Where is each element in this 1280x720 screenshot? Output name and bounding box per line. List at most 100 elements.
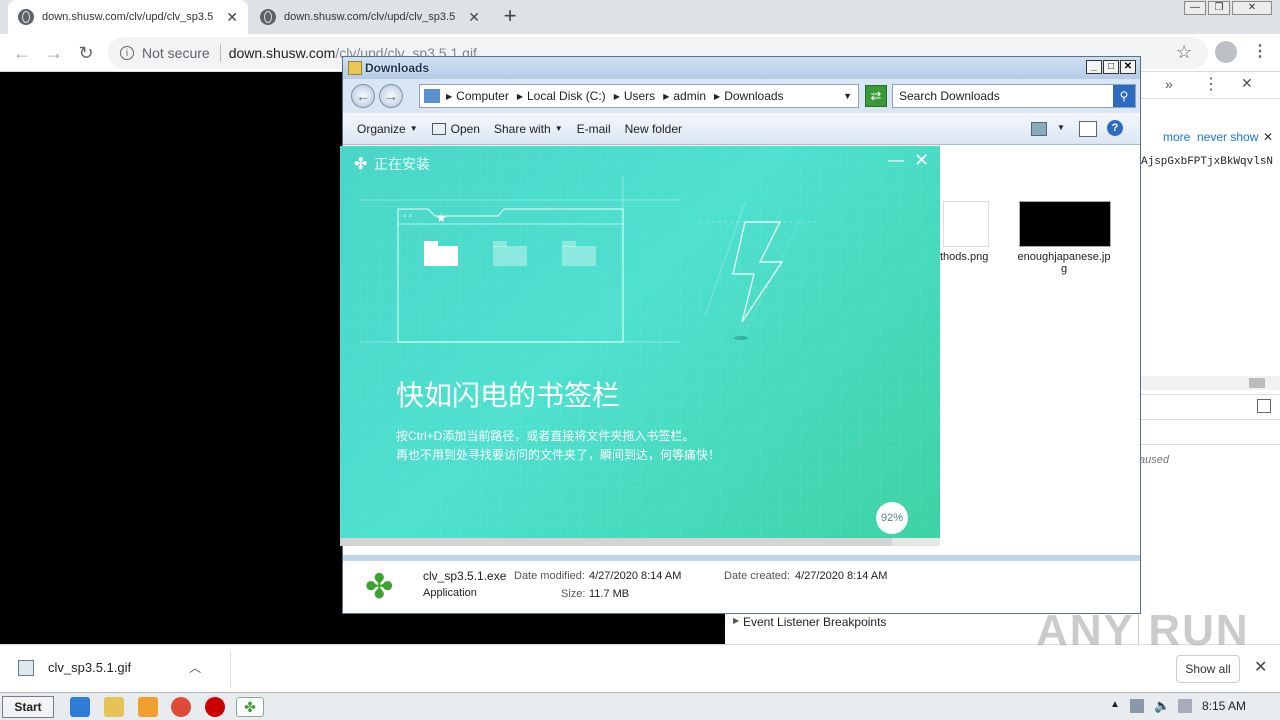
download-item[interactable]: clv_sp3.5.1.gif ︿	[18, 659, 201, 676]
stop-icon[interactable]	[205, 697, 225, 717]
restore-window-button[interactable]: ❐	[1208, 1, 1230, 15]
file-thumbnail[interactable]	[943, 201, 989, 247]
event-listener-breakpoints[interactable]: Event Listener Breakpoints	[743, 615, 886, 629]
browser-tab-active[interactable]: down.shusw.com/clv/upd/clv_sp3.5 ✕	[8, 0, 248, 34]
reload-button[interactable]: ↻	[74, 42, 98, 64]
tray-expand-icon[interactable]: ▲	[1110, 699, 1120, 710]
help-icon[interactable]: ?	[1107, 120, 1123, 136]
explorer-forward-button[interactable]: →	[379, 84, 403, 108]
svg-text:‹ ›: ‹ ›	[403, 211, 412, 220]
address-dropdown-icon[interactable]: ▼	[843, 91, 852, 101]
open-button[interactable]: Open	[431, 122, 480, 136]
breadcrumb-computer[interactable]: Computer	[456, 89, 509, 103]
installer-description-line1: 按Ctrl+D添加当前路径，或者直接将文件夹拖入书签栏。	[396, 429, 695, 443]
breadcrumb-arrow-icon[interactable]: ▶	[446, 92, 452, 101]
installer-close-button[interactable]: ✕	[914, 150, 929, 171]
devtools-close-icon[interactable]: ✕	[1241, 75, 1253, 92]
explorer-search-input[interactable]: Search Downloads ⚲	[892, 84, 1136, 108]
devtools-scrollbar[interactable]	[1139, 376, 1280, 390]
browser-tab[interactable]: down.shusw.com/clv/upd/clv_sp3.5 ✕	[250, 0, 490, 34]
globe-icon	[260, 9, 276, 25]
file-thumbnail[interactable]	[1019, 201, 1111, 247]
devtools-menu-icon[interactable]: ⋮	[1203, 74, 1219, 94]
date-created-label: Date created:	[724, 570, 791, 582]
scrollbar-thumb[interactable]	[1249, 378, 1265, 388]
explorer-command-bar: Organize ▼ Open Share with ▼ E-mail New fo…	[343, 113, 1140, 145]
file-name[interactable]: enoughjapanese.jp g	[1015, 251, 1113, 275]
network-icon[interactable]	[1130, 699, 1144, 713]
bookmark-star-icon[interactable]: ☆	[1176, 42, 1192, 63]
view-options-icon[interactable]	[1031, 122, 1047, 136]
details-filename: clv_sp3.5.1.exe	[423, 569, 507, 583]
close-tab-icon[interactable]: ✕	[226, 9, 238, 26]
folder-illustration: ‹ › ★	[360, 176, 820, 343]
volume-icon[interactable]: 🔈	[1154, 698, 1170, 714]
more-tabs-icon[interactable]: »	[1165, 76, 1173, 92]
forward-button[interactable]: →	[42, 42, 66, 64]
chevron-up-icon[interactable]: ︿	[189, 659, 201, 676]
svg-text:★: ★	[436, 211, 447, 225]
folder-icon	[348, 61, 362, 75]
installer-description-line2: 再也不用到处寻找要访问的文件夹了，瞬间到达，何等痛快！	[396, 448, 721, 462]
explorer-address-row: ← → ▶ Computer ▶ Local Disk (C:) ▶ Users…	[343, 79, 1140, 113]
file-name[interactable]: thods.png	[940, 251, 988, 263]
profile-avatar[interactable]	[1215, 41, 1237, 63]
explorer-minimize-button[interactable]: _	[1086, 60, 1102, 74]
explorer-close-button[interactable]: ✕	[1120, 60, 1136, 74]
clover-taskbar-icon[interactable]: ✤	[236, 697, 264, 717]
chrome-menu-icon[interactable]: ⋮	[1252, 41, 1268, 61]
url-host: down.shusw.com	[228, 45, 336, 61]
explorer-maximize-button[interactable]: □	[1103, 60, 1119, 74]
refresh-button[interactable]: ⇄	[865, 85, 887, 107]
dropdown-arrow-icon: ▼	[554, 124, 563, 133]
never-show-link[interactable]: never show	[1197, 130, 1258, 144]
breadcrumb-local-disk[interactable]: Local Disk (C:)	[527, 89, 606, 103]
taskbar-clock[interactable]: 8:15 AM	[1202, 699, 1246, 713]
share-with-button[interactable]: Share with ▼	[494, 122, 563, 136]
devtools-infobar: more never show ✕	[1139, 130, 1280, 148]
preview-pane-icon[interactable]	[1079, 121, 1097, 137]
breadcrumb-arrow-icon[interactable]: ▶	[714, 92, 720, 101]
chrome-icon[interactable]	[171, 697, 191, 717]
email-button[interactable]: E-mail	[577, 122, 611, 136]
close-window-button[interactable]: ✕	[1232, 1, 1272, 15]
action-center-icon[interactable]	[1178, 699, 1192, 713]
paused-status: aused	[1139, 454, 1169, 466]
close-tab-icon[interactable]: ✕	[468, 9, 480, 26]
explorer-back-button[interactable]: ←	[351, 84, 375, 108]
infobar-close-icon[interactable]: ✕	[1263, 130, 1273, 144]
organize-label: Organize	[357, 121, 406, 136]
breadcrumb-arrow-icon[interactable]: ▶	[517, 92, 523, 101]
dock-icon[interactable]	[1257, 399, 1271, 413]
expand-triangle-icon[interactable]: ▶	[733, 616, 739, 625]
date-modified-value: 4/27/2020 8:14 AM	[589, 570, 682, 582]
new-tab-button[interactable]: +	[498, 5, 522, 29]
show-all-button[interactable]: Show all	[1176, 655, 1240, 683]
minimize-window-button[interactable]: —	[1184, 1, 1206, 15]
more-link[interactable]: more	[1163, 130, 1190, 144]
breadcrumb-arrow-icon[interactable]: ▶	[614, 92, 620, 101]
devtools-toolbar	[1139, 394, 1280, 420]
breadcrumb-admin[interactable]: admin	[673, 89, 706, 103]
breadcrumb-arrow-icon[interactable]: ▶	[663, 92, 669, 101]
explorer-address-bar[interactable]: ▶ Computer ▶ Local Disk (C:) ▶ Users ▶ a…	[419, 84, 859, 108]
organize-button[interactable]: Organize ▼	[357, 122, 418, 136]
view-dropdown-icon[interactable]: ▼	[1057, 123, 1065, 132]
ie-icon[interactable]	[70, 697, 90, 717]
installer-minimize-button[interactable]: —	[888, 152, 904, 170]
explorer-titlebar[interactable]: Downloads _ □ ✕	[343, 57, 1140, 79]
shelf-close-icon[interactable]: ✕	[1254, 657, 1267, 677]
progress-fill	[340, 538, 892, 546]
computer-icon	[424, 89, 440, 103]
new-folder-button[interactable]: New folder	[625, 122, 682, 136]
explorer-folder-icon[interactable]	[104, 697, 124, 717]
breadcrumb-downloads[interactable]: Downloads	[724, 89, 783, 103]
info-icon[interactable]: i	[120, 46, 134, 60]
search-icon[interactable]: ⚲	[1113, 85, 1135, 107]
size-value: 11.7 MB	[589, 588, 630, 600]
breadcrumb-users[interactable]: Users	[624, 89, 655, 103]
back-button[interactable]: ←	[10, 42, 34, 64]
media-player-icon[interactable]	[138, 697, 158, 717]
start-button[interactable]: Start	[2, 696, 54, 718]
details-pane: ✤ clv_sp3.5.1.exe Application Date modif…	[343, 560, 1140, 613]
